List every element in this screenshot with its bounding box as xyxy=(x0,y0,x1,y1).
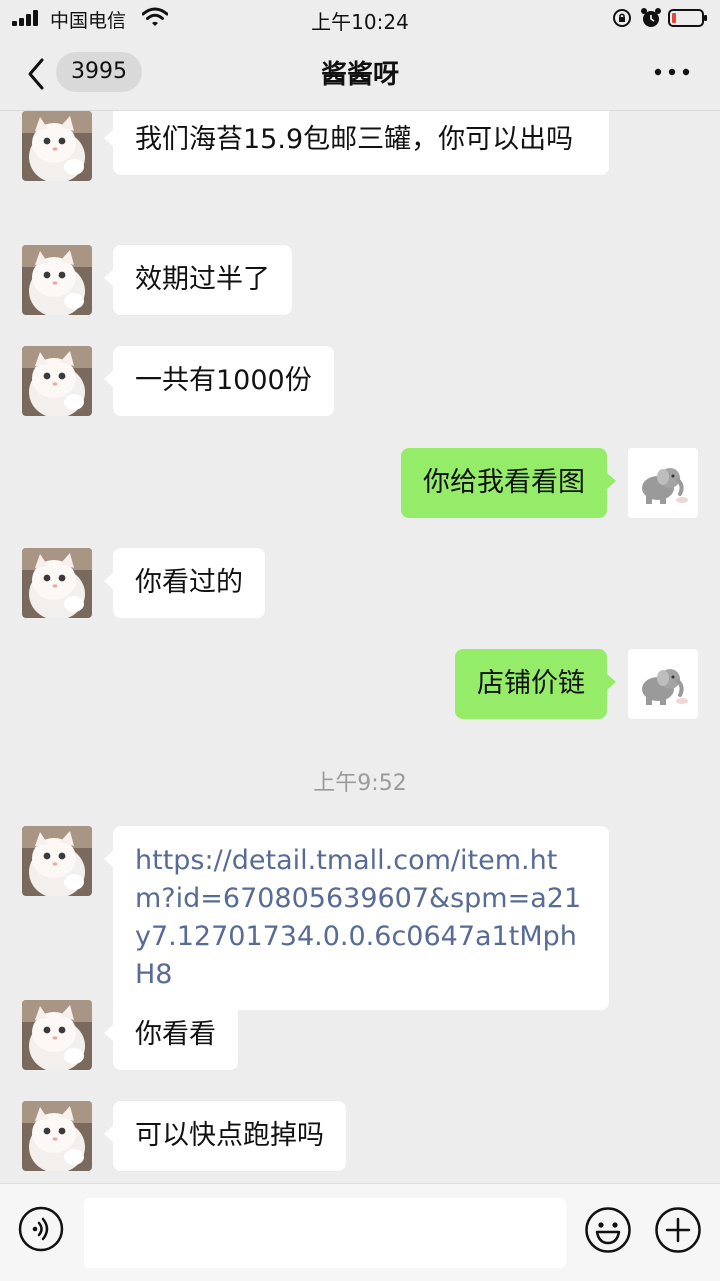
message-bubble[interactable]: 一共有1000份 xyxy=(104,346,334,416)
message-bubble[interactable]: 你看看 xyxy=(104,1000,238,1070)
contact-avatar[interactable] xyxy=(22,1101,92,1171)
alarm-icon xyxy=(641,8,661,27)
message-text: 你看过的 xyxy=(135,567,243,598)
status-bar: 中国电信 上午10:24 xyxy=(0,0,720,36)
chat-header: 3995 酱酱呀 xyxy=(0,36,720,111)
message-timestamp: 上午9:52 xyxy=(313,771,407,796)
message-bubble[interactable]: 可以快点跑掉吗 xyxy=(104,1101,346,1171)
contact-avatar[interactable] xyxy=(22,245,92,315)
my-avatar[interactable] xyxy=(628,448,698,518)
input-bar xyxy=(0,1183,720,1281)
message-bubble[interactable]: 我们海苔15.9包邮三罐，你可以出吗 xyxy=(104,111,609,175)
contact-avatar[interactable] xyxy=(22,111,92,181)
my-message-bubble[interactable]: 你给我看看图 xyxy=(401,448,616,518)
contact-avatar[interactable] xyxy=(22,346,92,416)
voice-icon[interactable] xyxy=(18,1206,64,1252)
message-link[interactable]: https://detail.tmall.com/item.htm?id=670… xyxy=(135,845,581,990)
link-message-bubble[interactable]: https://detail.tmall.com/item.htm?id=670… xyxy=(104,826,609,1010)
rotation-lock-icon xyxy=(613,9,631,27)
plus-icon[interactable] xyxy=(654,1206,702,1254)
battery-icon xyxy=(668,9,707,27)
my-message-bubble[interactable]: 店铺价链 xyxy=(455,649,616,719)
contact-avatar[interactable] xyxy=(22,1000,92,1070)
message-text: 你看看 xyxy=(135,1019,216,1050)
contact-avatar[interactable] xyxy=(22,548,92,618)
message-text: 一共有1000份 xyxy=(135,365,312,396)
message-input[interactable] xyxy=(84,1198,566,1268)
message-text: 可以快点跑掉吗 xyxy=(135,1120,324,1151)
message-text: 效期过半了 xyxy=(135,264,270,295)
message-bubble[interactable]: 你看过的 xyxy=(104,548,265,618)
contact-avatar[interactable] xyxy=(22,826,92,896)
message-text: 你给我看看图 xyxy=(423,467,585,498)
message-list[interactable]: 我们海苔15.9包邮三罐，你可以出吗 效期过半了 一共有1000份 你给我看看图… xyxy=(0,111,720,1183)
more-dots-icon[interactable] xyxy=(652,66,692,78)
emoji-icon[interactable] xyxy=(584,1206,632,1254)
message-bubble[interactable]: 效期过半了 xyxy=(104,245,292,315)
my-avatar[interactable] xyxy=(628,649,698,719)
message-text: 我们海苔15.9包邮三罐，你可以出吗 xyxy=(135,124,574,155)
chat-title: 酱酱呀 xyxy=(320,60,399,90)
message-text: 店铺价链 xyxy=(477,668,585,699)
